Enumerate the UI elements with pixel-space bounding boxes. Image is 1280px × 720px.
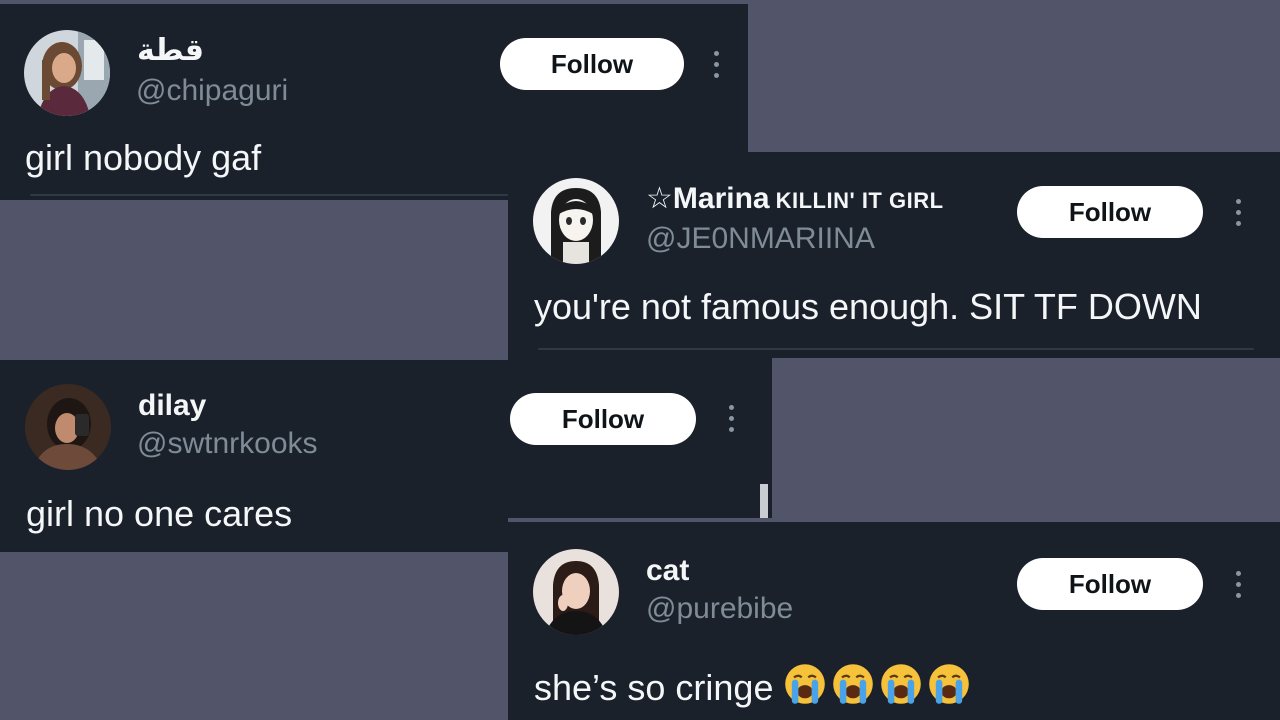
display-name: dilay (138, 389, 207, 422)
loudly-crying-face-icon (785, 664, 826, 704)
reply-text: girl no one cares (26, 493, 293, 534)
reply-text: she’s so cringe (534, 662, 975, 706)
avatar[interactable] (533, 549, 619, 635)
user-handle[interactable]: @swtnrkooks (137, 429, 318, 459)
display-name: قطة (137, 34, 205, 67)
reply-text-content: she’s so cringe (534, 667, 774, 708)
follow-button[interactable]: Follow (500, 38, 684, 90)
reply-text: girl nobody gaf (25, 137, 262, 178)
user-handle[interactable]: @chipaguri (136, 76, 288, 106)
loudly-crying-face-icon (833, 664, 874, 704)
display-name: ☆Marina KILLIN' IT GIRL (646, 184, 944, 214)
reply-card-swtnrkooks: dilay @swtnrkooks girl no one cares (0, 360, 508, 552)
scrollbar-thumb[interactable] (760, 484, 768, 518)
follow-button[interactable]: Follow (510, 393, 696, 445)
follow-button[interactable]: Follow (1017, 558, 1203, 610)
display-name: cat (646, 554, 690, 587)
user-handle[interactable]: @purebibe (646, 594, 793, 624)
avatar[interactable] (24, 30, 110, 116)
divider (538, 348, 1254, 350)
collage-stage: قطة @chipaguri Follow girl nobody gaf ☆M… (0, 0, 1280, 720)
divider (30, 194, 510, 196)
reply-card-swtnrkooks-actions: Follow (508, 358, 772, 518)
more-options-icon[interactable] (708, 44, 724, 84)
more-options-icon[interactable] (723, 398, 739, 438)
more-options-icon[interactable] (1230, 192, 1246, 232)
display-name-text: ☆Marina (646, 182, 770, 215)
emoji-row (773, 664, 975, 708)
follow-button[interactable]: Follow (1017, 186, 1203, 238)
reply-text: you're not famous enough. SIT TF DOWN (534, 286, 1202, 327)
reply-card-purebibe: cat @purebibe Follow she’s so cringe (508, 522, 1280, 720)
user-handle[interactable]: @JE0NMARIINA (646, 224, 875, 254)
loudly-crying-face-icon (881, 664, 922, 704)
avatar[interactable] (533, 178, 619, 264)
more-options-icon[interactable] (1230, 564, 1246, 604)
name-tag: KILLIN' IT GIRL (775, 188, 944, 213)
loudly-crying-face-icon (929, 664, 970, 704)
reply-card-je0nmariina: ☆Marina KILLIN' IT GIRL @JE0NMARIINA Foll… (508, 152, 1280, 358)
avatar[interactable] (25, 384, 111, 470)
